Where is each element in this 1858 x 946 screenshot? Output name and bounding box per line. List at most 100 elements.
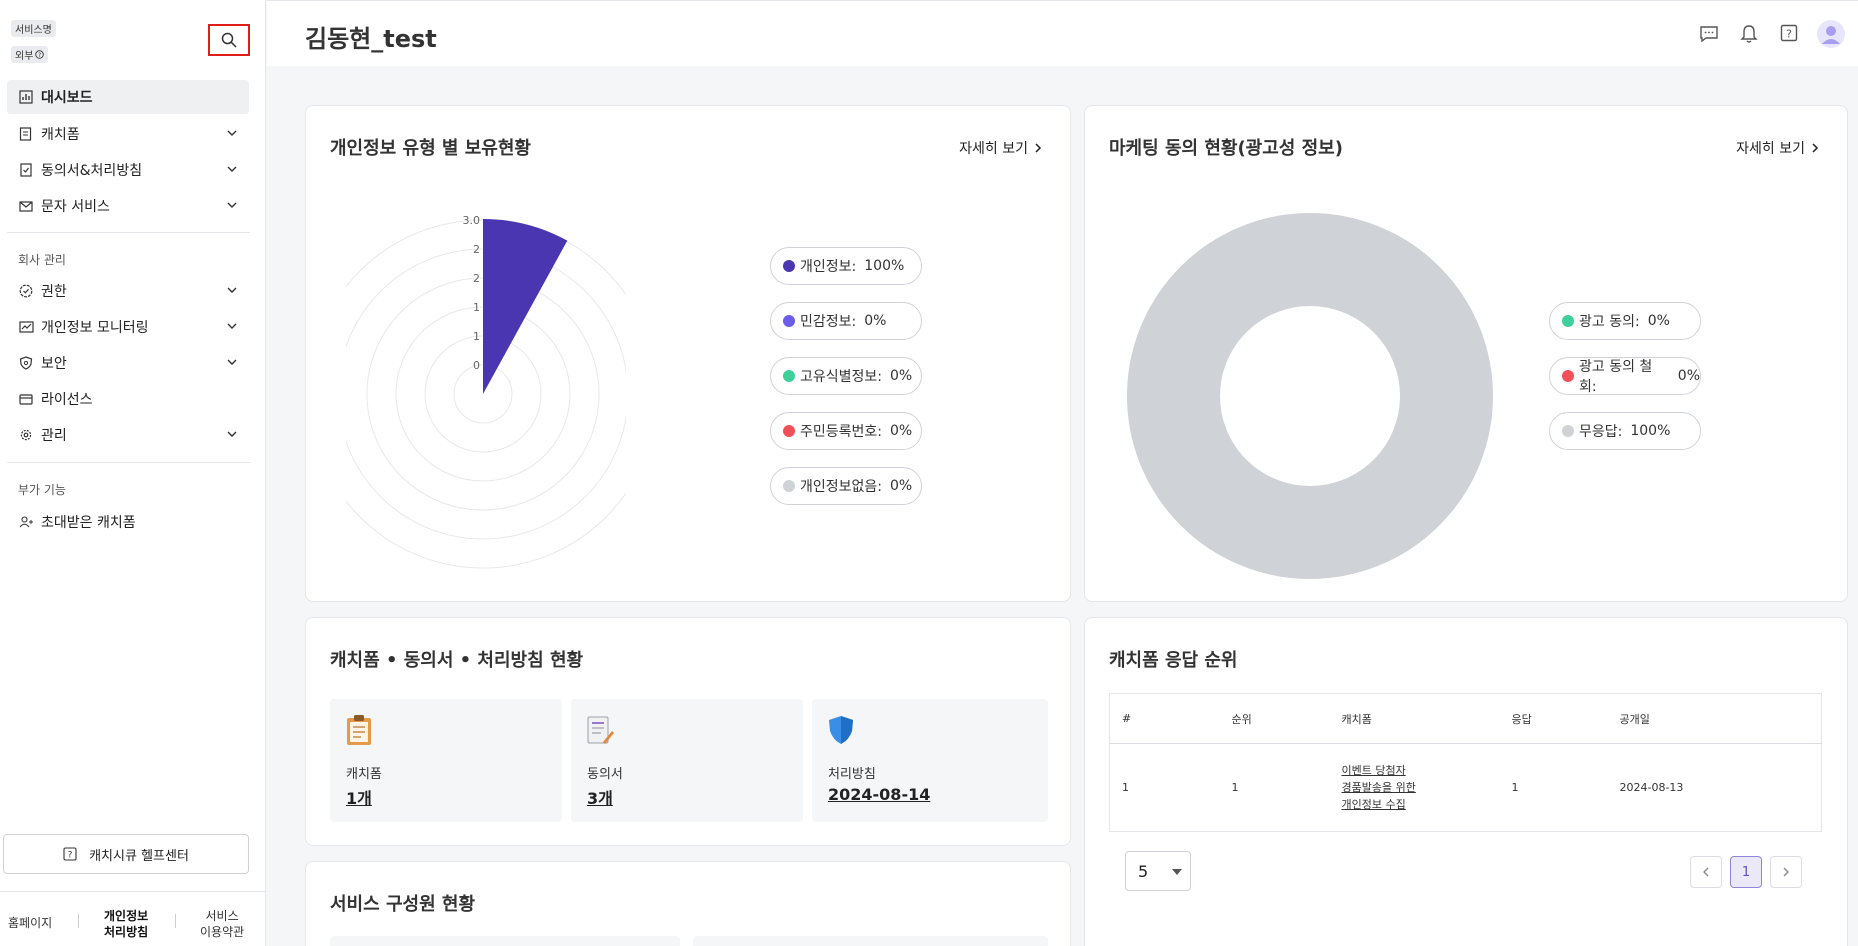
search-icon [221,32,237,48]
sidebar-item-invited-catchform[interactable]: 초대받은 캐치폼 [7,505,249,539]
card-title: 마케팅 동의 현황(광고성 정보) [1109,138,1343,159]
caret-down-icon [1172,869,1182,875]
chevron-down-icon [227,130,237,136]
footer-terms-link[interactable]: 서비스 이용약관 [200,908,244,940]
see-more-link[interactable]: 자세히 보기 [1736,138,1819,158]
avatar[interactable] [1817,20,1845,48]
footer-terms-line2: 이용약관 [200,925,245,939]
chevron-down-icon [227,166,237,172]
user-plus-icon [17,513,35,531]
see-more-label: 자세히 보기 [1736,141,1805,157]
card-icon [17,390,35,408]
footer-privacy-policy-link[interactable]: 개인정보 처리방침 [104,908,148,940]
service-members-card: 서비스 구성원 현황 [305,861,1071,946]
top-header: 김동현_test ? [267,0,1858,66]
sidebar-item-catchform[interactable]: 캐치폼 [7,117,249,151]
sidebar-item-label: 대시보드 [41,90,93,106]
shield-icon [826,714,856,750]
divider [175,914,176,928]
legend-item[interactable]: 광고 동의: 0% [1549,302,1701,340]
legend-item[interactable]: 개인정보: 100% [770,247,922,285]
sidebar-item-permission[interactable]: 권한 [7,274,249,308]
next-page-button[interactable] [1770,856,1802,888]
stat-label: 동의서 [587,767,623,782]
service-name-badge: 서비스명 [11,20,56,37]
catchform-name-line: 개인정보 수집 [1341,798,1406,811]
sidebar-item-label: 문자 서비스 [41,199,110,215]
polar-tick-label: 0 [473,359,480,372]
stat-label: 캐치폼 [346,767,382,782]
help-center-button[interactable]: ? 캐치시큐 헬프센터 [3,834,249,874]
chevron-right-icon [1812,143,1819,153]
chevron-left-icon [1703,867,1709,877]
sidebar-item-security[interactable]: 보안 [7,346,249,380]
legend-dot [783,315,795,327]
sidebar-item-sms-service[interactable]: 문자 서비스 [7,189,249,223]
help-icon[interactable]: ? [1778,23,1800,45]
polar-area-chart: 0 1 1 2 2 3.0 [346,214,626,569]
legend-item[interactable]: 주민등록번호: 0% [770,412,922,450]
svg-text:?: ? [38,52,41,59]
consent-stat: 동의서 3개 [571,699,803,822]
legend-label: 무응답: [1579,424,1623,440]
external-badge[interactable]: 외부 ? [11,46,49,63]
stat-value-link[interactable]: 2024-08-14 [828,785,930,804]
badge-check-icon [17,282,35,300]
column-header: 응답 [1499,693,1608,744]
legend-item[interactable]: 광고 동의 철회: 0% [1549,357,1701,395]
stat-value-link[interactable]: 1개 [346,785,372,809]
table-row: 1 1 이벤트 당첨자 경품발송을 위한 개인정보 수집 1 2024-08-1… [1110,744,1822,832]
marketing-consent-card: 마케팅 동의 현황(광고성 정보) 자세히 보기 광고 동의: 0% 광고 동의 … [1084,105,1848,602]
legend-value: 100% [1630,423,1671,439]
external-label: 외부 [15,51,34,62]
sidebar-item-license[interactable]: 라이선스 [7,382,249,416]
donut-chart [1127,213,1493,579]
legend-dot [1562,425,1574,437]
sidebar-item-management[interactable]: 관리 [7,418,249,452]
sidebar-item-dashboard[interactable]: 대시보드 [7,80,249,114]
legend-item[interactable]: 민감정보: 0% [770,302,922,340]
legend-dot [783,480,795,492]
chevron-down-icon [227,287,237,293]
chevron-right-icon [1783,867,1789,877]
sidebar-item-label: 개인정보 모니터링 [41,320,149,336]
catchform-name-line: 경품발송을 위한 [1341,781,1416,794]
footer-homepage-link[interactable]: 홈페이지 [8,915,52,931]
legend-label: 민감정보: [800,314,857,330]
page-size-value: 5 [1138,861,1149,881]
column-header: 공개일 [1607,693,1822,744]
chevron-down-icon [227,202,237,208]
shield-icon [17,354,35,372]
legend-dot [783,370,795,382]
stat-value-link[interactable]: 3개 [587,785,613,809]
divider [7,462,250,463]
message-icon[interactable] [1698,23,1720,45]
help-center-label: 캐치시큐 헬프센터 [89,848,189,864]
legend-value: 0% [864,313,887,329]
see-more-link[interactable]: 자세히 보기 [959,138,1042,158]
bell-icon[interactable] [1738,23,1760,45]
legend-item[interactable]: 고유식별정보: 0% [770,357,922,395]
sidebar-item-consent-policy[interactable]: 동의서&처리방침 [7,153,249,187]
document-check-icon [17,161,35,179]
cell-no: 1 [1122,781,1129,794]
footer-privacy-line1: 개인정보 [104,909,149,923]
page-button[interactable]: 1 [1730,856,1762,888]
sidebar-item-label: 라이선스 [41,392,93,408]
legend-item[interactable]: 무응답: 100% [1549,412,1701,450]
divider [7,232,250,233]
catchform-name-line: 이벤트 당첨자 [1341,764,1406,777]
legend-dot [783,425,795,437]
legend-item[interactable]: 개인정보없음: 0% [770,467,922,505]
chart-icon [17,88,35,106]
prev-page-button[interactable] [1690,856,1722,888]
form-icon [17,125,35,143]
legend-value: 0% [1647,313,1670,329]
search-button[interactable] [208,24,250,56]
catchform-link[interactable]: 이벤트 당첨자 경품발송을 위한 개인정보 수집 [1330,744,1500,832]
sidebar-item-privacy-monitoring[interactable]: 개인정보 모니터링 [7,310,249,344]
column-header: 캐치폼 [1329,693,1500,744]
privacy-type-card: 개인정보 유형 별 보유현황 자세히 보기 0 1 1 2 2 3.0 개인정보: 100%… [305,105,1071,602]
form-consent-policy-status-card: 캐치폼 • 동의서 • 처리방침 현황 캐치폼 1개 동의서 3개 처리방침 2… [305,617,1071,846]
page-size-select[interactable]: 5 [1125,851,1191,891]
